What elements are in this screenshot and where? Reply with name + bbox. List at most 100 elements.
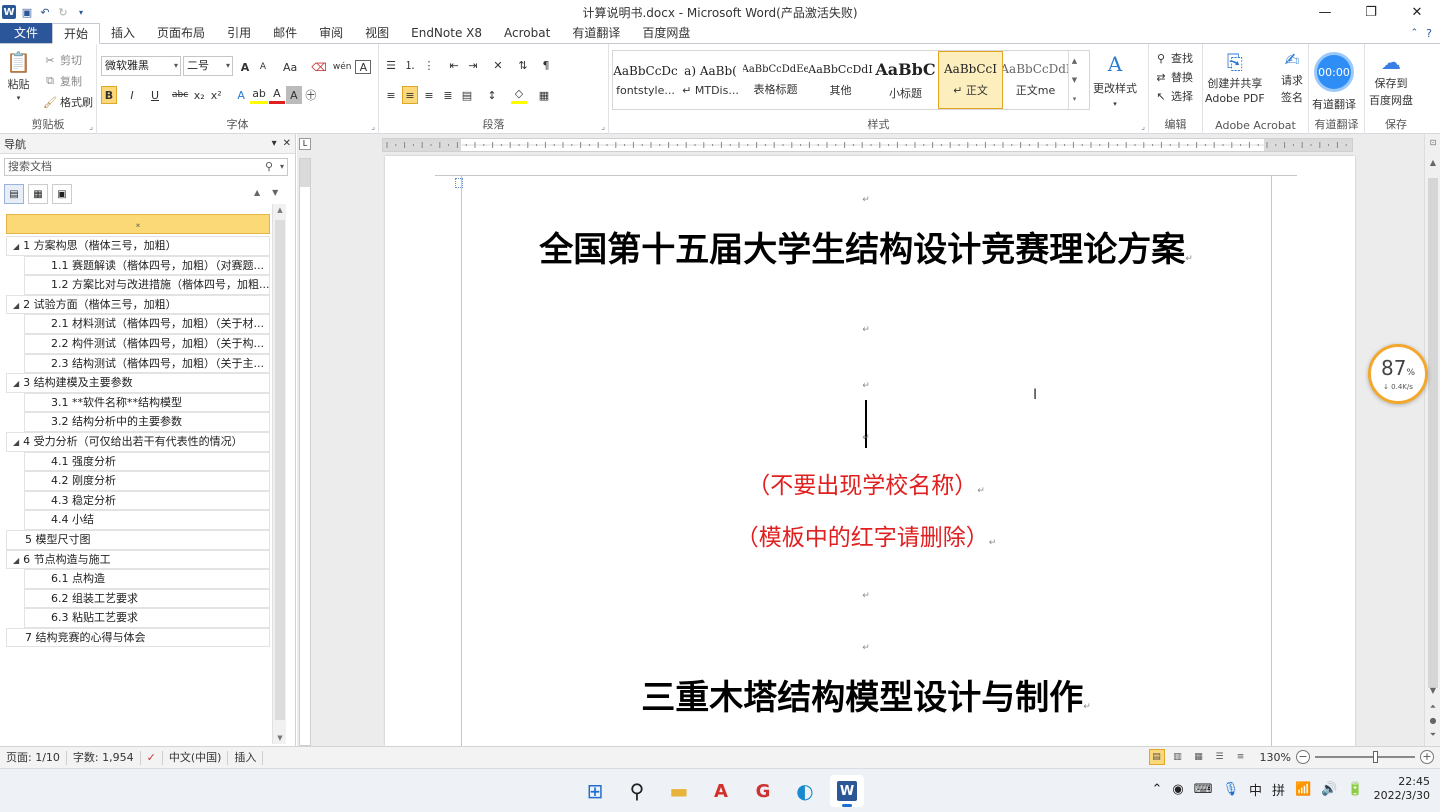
empty-paragraph[interactable]: ↵ [461,588,1271,601]
tab-insert[interactable]: 插入 [100,23,146,43]
wifi-icon[interactable]: 📶 [1295,782,1311,797]
ime-pinyin[interactable]: 拼 [1272,780,1285,799]
vertical-ruler[interactable] [299,158,311,746]
zoom-level[interactable]: 130% [1260,751,1291,764]
numbering-icon[interactable]: ⒈ [402,56,418,74]
nav-scroll-thumb[interactable] [275,220,285,720]
scroll-down-icon[interactable]: ▼ [1425,686,1440,695]
close-button[interactable]: ✕ [1394,0,1440,24]
empty-paragraph[interactable]: ↵ [461,430,1271,443]
subscript-button[interactable]: x₂ [191,86,207,104]
nav-heading-item[interactable]: 2.3 结构测试（楷体四号，加粗）（关于主... [24,353,270,374]
dialog-launcher-icon[interactable]: ⌟ [601,122,605,131]
grow-font-icon[interactable]: A [237,58,253,76]
italic-button[interactable]: I [124,86,140,104]
scroll-down-icon[interactable]: ▼ [273,734,287,742]
gallery-scroll[interactable]: ▲ ▼ ▾ [1068,51,1080,109]
sort-icon[interactable]: ⇅ [515,56,531,74]
pane-options-icon[interactable]: ▾ [272,138,277,149]
word-count[interactable]: 字数: 1,954 [67,750,141,765]
clear-formatting-icon[interactable]: ⌫ [309,58,329,76]
shading-icon[interactable]: ◇ [511,86,527,104]
nav-heading-item[interactable]: 4.3 稳定分析 [24,490,270,511]
nav-heading-item[interactable]: 2.1 材料测试（楷体四号，加粗）（关于材... [24,314,270,334]
text-effects-icon[interactable]: A [233,86,249,104]
expand-triangle-icon[interactable]: ◢ [13,379,19,388]
bold-button[interactable]: B [101,86,117,104]
strikethrough-button[interactable]: abc [170,86,190,104]
chevron-up-icon[interactable]: ▲ [1072,57,1077,65]
more-icon[interactable]: ▾ [1073,95,1077,103]
zoom-slider-knob[interactable] [1373,751,1378,763]
style-item[interactable]: AaBbCcDdEe 表格标题 [743,51,808,109]
tab-acrobat[interactable]: Acrobat [493,23,561,43]
replace-button[interactable]: ⇄ 替换 [1153,69,1193,85]
network-speed-widget[interactable]: 87% ↓ 0.4K/s [1368,344,1428,404]
document-title-paragraph[interactable]: 全国第十五届大学生结构设计竞赛理论方案↵ [461,222,1271,271]
red-note-paragraph[interactable]: （不要出现学校名称）↵ [461,466,1271,500]
minimize-ribbon-icon[interactable]: ⌃ [1411,28,1419,38]
help-icon[interactable]: ? [1426,27,1432,40]
document-page[interactable]: ↵ 全国第十五届大学生结构设计竞赛理论方案↵ ↵ ↵ ↵ I （不要出现学校名称… [385,156,1355,746]
horizontal-ruler[interactable] [382,138,1353,152]
nav-heading-item[interactable]: 6.2 组装工艺要求 [24,588,270,609]
tab-view[interactable]: 视图 [354,23,400,43]
nav-heading-item[interactable]: ◢ 4 受力分析（可仅给出若干有代表性的情况） [6,431,270,452]
phonetic-guide-icon[interactable]: wén [331,58,354,76]
nav-heading-item[interactable]: 3.1 **软件名称**结构模型 [24,392,270,413]
nav-heading-item[interactable]: ◢ 1 方案构思（楷体三号，加粗） [6,236,270,256]
word-logo-icon[interactable]: W [2,5,16,19]
expand-triangle-icon[interactable]: ◢ [13,556,19,565]
dialog-launcher-icon[interactable]: ⌟ [371,122,375,131]
style-item-selected[interactable]: AaBbCcI ↵ 正文 [938,51,1003,109]
redo-icon[interactable]: ↻ [56,5,70,19]
document-scrollbar[interactable]: ⊡ ▲ ▼ ⏶ ● ⏷ [1424,134,1440,746]
web-layout-icon[interactable]: ▦ [1191,749,1207,765]
next-page-icon[interactable]: ⏷ [1425,730,1440,740]
scroll-up-icon[interactable]: ▲ [273,206,287,214]
nav-heading-item[interactable]: 4.1 强度分析 [24,451,270,472]
nav-heading-item[interactable]: 4.2 刚度分析 [24,471,270,491]
pages-view-tab[interactable]: ▦ [28,184,48,204]
red-note-paragraph[interactable]: （模板中的红字请删除）↵ [461,518,1271,552]
customize-qat-icon[interactable]: ▾ [74,5,88,19]
borders-icon[interactable]: ▦ [536,86,552,104]
font-name-combo[interactable]: 微软雅黑 ▾ [101,56,181,76]
nav-heading-item[interactable]: 5 模型尺寸图 [6,529,270,550]
tab-page-layout[interactable]: 页面布局 [146,23,216,43]
nav-heading-item[interactable]: 4.4 小结 [24,510,270,530]
expand-triangle-icon[interactable]: ◢ [13,242,19,251]
document-subtitle-paragraph[interactable]: 三重木塔结构模型设计与制作↵ [461,670,1271,719]
minimize-button[interactable]: — [1302,0,1348,24]
close-pane-icon[interactable]: ✕ [283,138,291,149]
empty-paragraph[interactable]: ↵ [461,378,1271,391]
nav-heading-item[interactable]: ◢ 2 试验方面（楷体三号，加粗） [6,294,270,315]
previous-heading-icon[interactable]: ▲ [254,188,260,197]
empty-paragraph[interactable]: ↵ [461,322,1271,335]
nav-current-heading-bar[interactable]: ⌅ [6,214,270,234]
clock[interactable]: 22:45 2022/3/30 [1374,775,1430,803]
nav-heading-item[interactable]: ◢ 6 节点构造与施工 [6,549,270,570]
decrease-indent-icon[interactable]: ⇤ [446,56,462,74]
enclose-characters-icon[interactable]: ㊉ [303,86,319,104]
page-count[interactable]: 页面: 1/10 [0,750,67,765]
headings-view-tab[interactable]: ▤ [4,184,24,204]
style-item[interactable]: AaBbC 小标题 [873,51,938,109]
style-item[interactable]: AaBbCcDdI 其他 [808,51,873,109]
word-taskbar-button[interactable]: W [830,775,864,807]
style-item[interactable]: AaBbCcDdI 正文me [1003,51,1068,109]
ruler-toggle-icon[interactable]: ⊡ [1425,138,1440,147]
next-heading-icon[interactable]: ▼ [272,188,278,197]
justify-icon[interactable]: ≣ [440,86,456,104]
tab-selector[interactable]: L [299,138,311,150]
nav-heading-item[interactable]: 2.2 构件测试（楷体四号，加粗）（关于构... [24,333,270,354]
distributed-icon[interactable]: ▤ [459,86,475,104]
increase-indent-icon[interactable]: ⇥ [465,56,481,74]
show-marks-icon[interactable]: ¶ [538,56,554,74]
character-shading-icon[interactable]: A [285,86,302,104]
font-size-combo[interactable]: 二号 ▾ [183,56,233,76]
expand-triangle-icon[interactable]: ◢ [13,301,19,310]
search-icon[interactable]: ⚲ [265,159,273,175]
youdao-translate-button[interactable]: 00:00 有道翻译 [1312,52,1356,112]
save-icon[interactable]: ▣ [20,5,34,19]
